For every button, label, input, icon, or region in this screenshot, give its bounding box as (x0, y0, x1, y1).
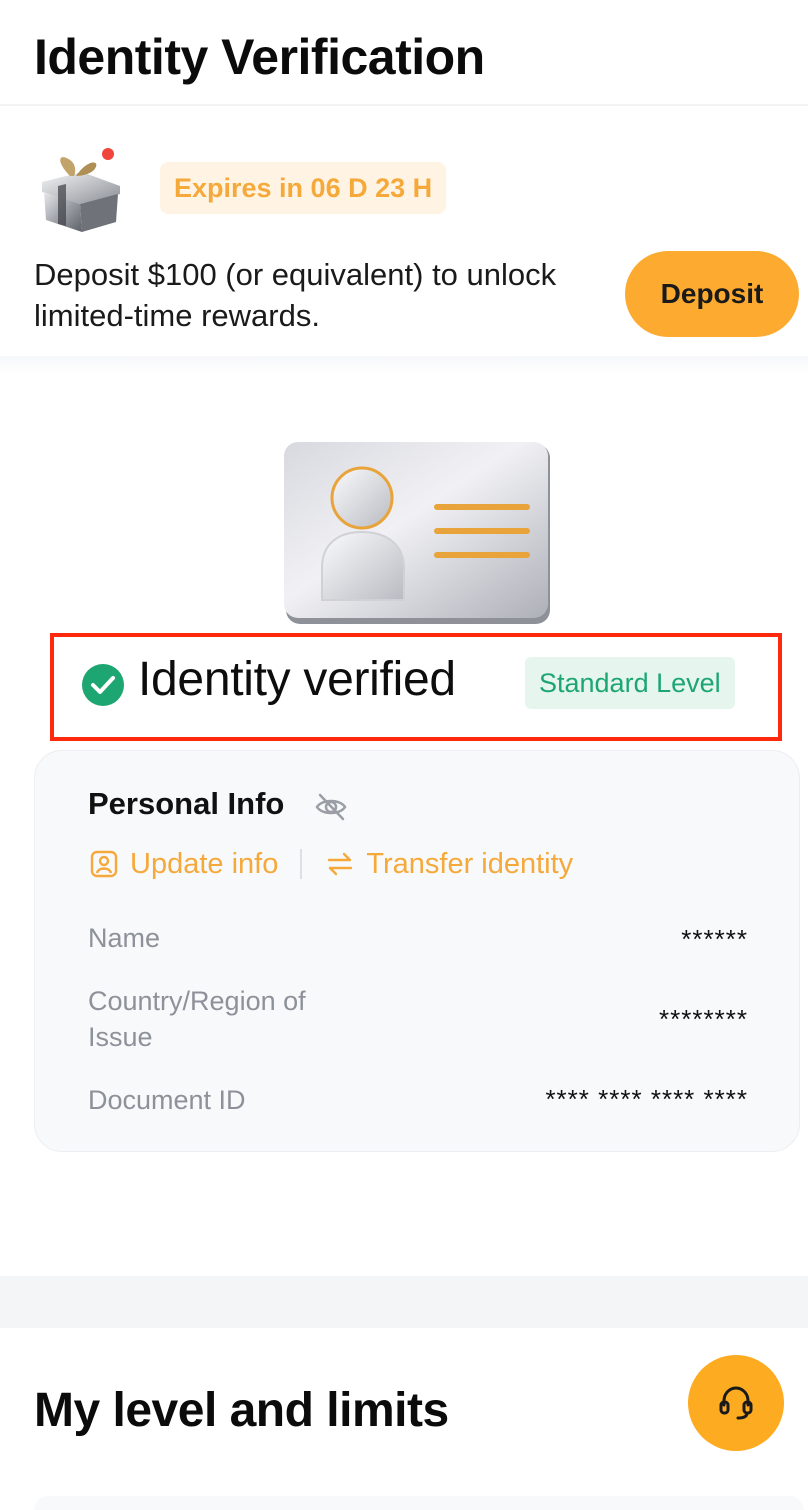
document-id-value: **** **** **** **** (545, 1084, 748, 1114)
name-label: Name (88, 923, 161, 953)
swap-arrows-icon (328, 852, 353, 876)
level-limits-title: My level and limits (34, 1384, 449, 1437)
update-info-label: Update info (130, 847, 279, 880)
personal-info-title: Personal Info (88, 786, 285, 821)
promo-text: Deposit $100 (or equivalent) to unlock l… (34, 257, 557, 333)
check-circle-icon (82, 664, 124, 706)
personal-info-actions: Update info Transfer identity (88, 842, 573, 886)
level-badge: Standard Level (525, 657, 735, 709)
name-value: ****** (681, 924, 748, 954)
update-info-link[interactable]: Update info (88, 848, 278, 881)
transfer-identity-link[interactable]: Transfer identity (324, 848, 573, 881)
section-divider (0, 356, 808, 374)
eye-off-icon[interactable] (314, 790, 348, 824)
id-card-illustration (284, 442, 550, 624)
header-divider (0, 104, 808, 106)
country-value: ******** (659, 1004, 748, 1034)
country-label: Country/Region of Issue (88, 986, 306, 1052)
transfer-identity-label: Transfer identity (366, 847, 574, 880)
expires-badge: Expires in 06 D 23 H (160, 162, 447, 214)
action-divider (300, 849, 303, 879)
page-title: Identity Verification (34, 29, 485, 85)
deposit-button[interactable]: Deposit (625, 251, 799, 337)
section-separator (0, 1276, 808, 1328)
next-card-edge (34, 1496, 804, 1510)
headset-icon (719, 1386, 753, 1420)
document-id-label: Document ID (88, 1085, 246, 1115)
profile-card-icon (90, 850, 118, 878)
verified-status-text: Identity verified (138, 653, 456, 706)
gift-icon (42, 148, 120, 232)
support-button[interactable] (688, 1355, 784, 1451)
